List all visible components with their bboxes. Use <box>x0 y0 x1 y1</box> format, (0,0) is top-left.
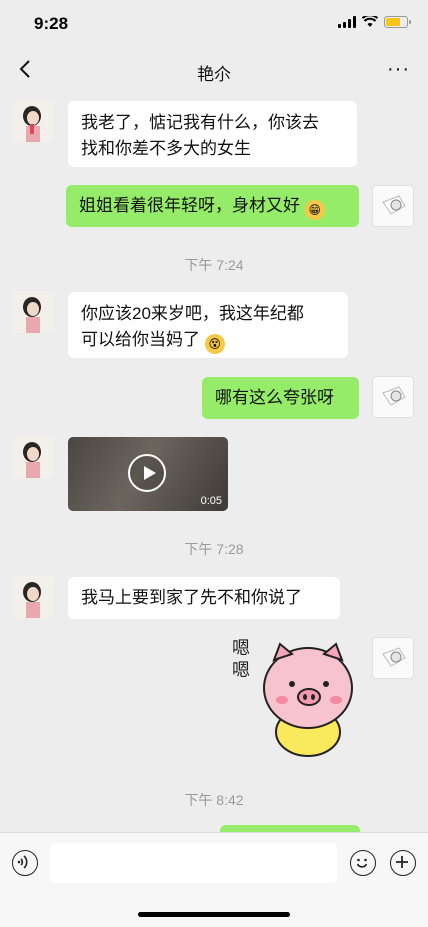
message-text: 姐姐看着很年轻呀，身材又好 <box>79 196 300 215</box>
status-icons <box>338 16 411 28</box>
pig-sticker[interactable] <box>262 640 354 758</box>
sticker-text: 嗯嗯 <box>232 638 250 680</box>
more-options-button[interactable]: ··· <box>387 58 410 81</box>
plus-icon[interactable] <box>390 850 416 876</box>
voice-icon[interactable] <box>12 850 38 876</box>
timestamp: 下午 7:24 <box>184 257 244 273</box>
status-time: 9:28 <box>34 14 69 33</box>
timestamp: 下午 7:28 <box>184 541 244 557</box>
status-bar: 9:28 <box>0 0 428 48</box>
home-indicator <box>138 912 290 917</box>
message-text: 可以给你当妈了 <box>81 330 200 349</box>
battery-icon <box>384 16 411 28</box>
message-bubble[interactable]: 你应该20来岁吧，我这年纪都 可以给你当妈了 😵 <box>68 292 348 358</box>
grin-emoji-icon: 😁 <box>304 200 325 220</box>
message-text: 我老了，惦记我有什么，你该去 <box>81 113 319 132</box>
message-text: 哪有这么夸张呀 <box>215 388 334 407</box>
chat-header: 艳尒 ··· <box>0 48 428 92</box>
message-bubble[interactable]: 我马上要到家了先不和你说了 <box>68 577 340 619</box>
message-input[interactable] <box>50 843 337 883</box>
signal-icon <box>338 16 356 28</box>
message-bubble[interactable]: 哪有这么夸张呀 <box>202 377 359 419</box>
contact-avatar[interactable] <box>12 436 54 478</box>
contact-avatar[interactable] <box>12 576 54 618</box>
video-message[interactable]: 0:05 <box>68 437 228 511</box>
chat-title: 艳尒 <box>197 65 231 84</box>
my-avatar[interactable] <box>372 637 414 679</box>
play-icon[interactable] <box>128 454 166 492</box>
message-text: 你应该20来岁吧，我这年纪都 <box>81 304 304 323</box>
message-text: 找和你差不多大的女生 <box>81 139 251 158</box>
contact-avatar[interactable] <box>12 100 54 142</box>
my-avatar[interactable] <box>372 376 414 418</box>
timestamp: 下午 8:42 <box>184 792 244 808</box>
message-bubble[interactable]: 我老了，惦记我有什么，你该去 找和你差不多大的女生 <box>68 101 357 167</box>
smile-icon[interactable] <box>350 850 376 876</box>
message-text: 我马上要到家了先不和你说了 <box>81 588 302 607</box>
dizzy-emoji-icon: 😵 <box>204 334 225 354</box>
video-duration: 0:05 <box>200 495 222 507</box>
wifi-icon <box>362 16 378 27</box>
message-bubble[interactable] <box>220 825 360 832</box>
message-bubble[interactable]: 姐姐看着很年轻呀，身材又好 😁 <box>66 185 359 227</box>
chat-messages[interactable]: 我老了，惦记我有什么，你该去 找和你差不多大的女生 姐姐看着很年轻呀，身材又好 … <box>0 92 428 832</box>
contact-avatar[interactable] <box>12 291 54 333</box>
my-avatar[interactable] <box>372 185 414 227</box>
